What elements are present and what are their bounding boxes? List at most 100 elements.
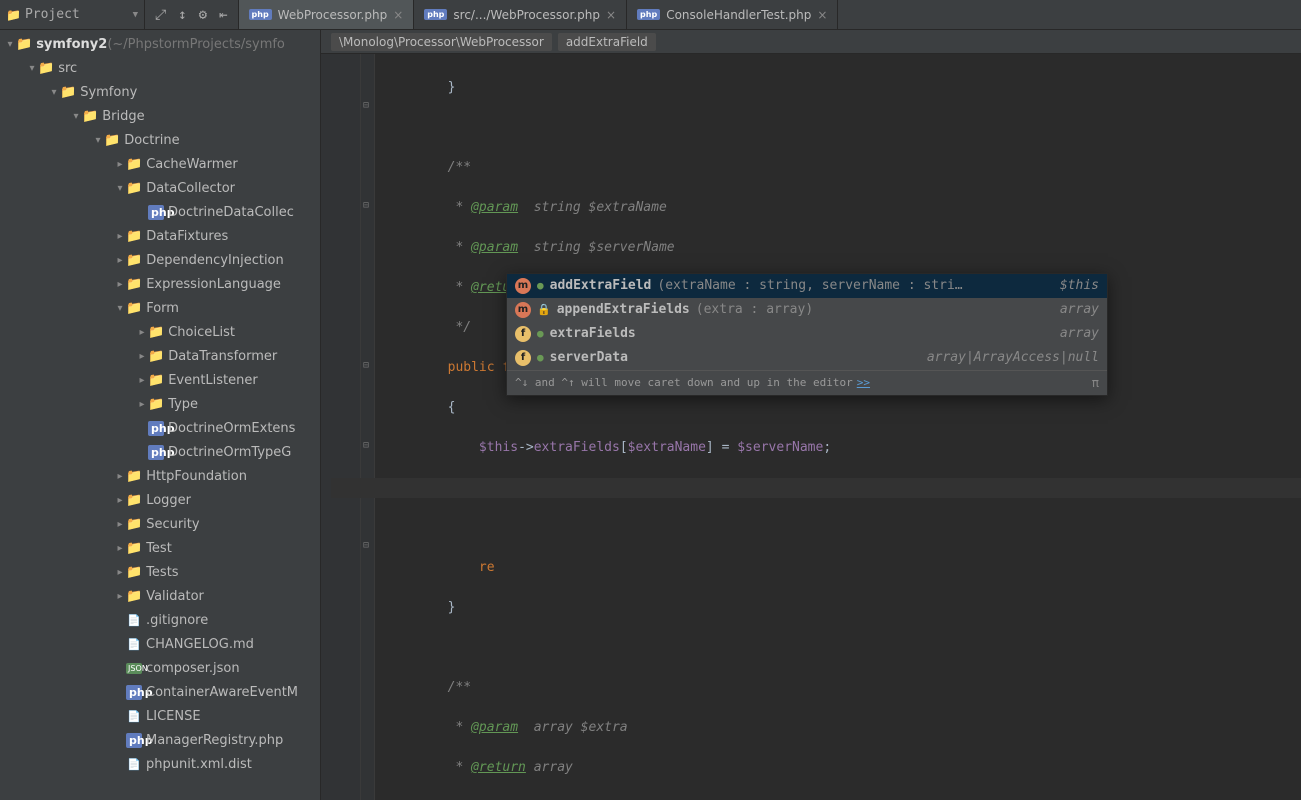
tree-item[interactable]: 📄 phpunit.xml.dist xyxy=(0,752,320,776)
tree-item[interactable]: php DoctrineOrmExtens xyxy=(0,416,320,440)
breadcrumb-method[interactable]: addExtraField xyxy=(558,33,656,51)
close-icon[interactable]: × xyxy=(606,8,616,22)
chevron-icon[interactable]: ▸ xyxy=(114,543,126,554)
settings-icon[interactable]: ⚙ xyxy=(199,7,207,23)
code-content[interactable]: } /** * @param string $extraName * @para… xyxy=(375,54,1301,800)
completion-item[interactable]: f ● serverData array|ArrayAccess|null xyxy=(507,346,1107,370)
member-type: array xyxy=(1060,300,1099,320)
chevron-icon[interactable]: ▾ xyxy=(70,111,82,122)
fold-minus-icon[interactable]: ⊟ xyxy=(363,100,369,111)
tree-item[interactable]: ▸ 📁 Type xyxy=(0,392,320,416)
fold-gutter[interactable]: ⊟ ⊟ ⊟ ⊟ ⊟ xyxy=(361,54,375,800)
fold-minus-icon[interactable]: ⊟ xyxy=(363,440,369,451)
php-icon: php xyxy=(424,9,447,20)
tree-item[interactable]: 📄 .gitignore xyxy=(0,608,320,632)
completion-popup[interactable]: m ● addExtraField(extraName : string, se… xyxy=(506,273,1108,396)
tree-label: Form xyxy=(146,301,179,316)
chevron-icon[interactable]: ▸ xyxy=(114,591,126,602)
chevron-icon[interactable]: ▸ xyxy=(114,255,126,266)
tree-item[interactable]: ▸ 📁 ChoiceList xyxy=(0,320,320,344)
editor-tab[interactable]: php ConsoleHandlerTest.php × xyxy=(627,0,838,29)
tree-item[interactable]: php DoctrineDataCollec xyxy=(0,200,320,224)
tree-item[interactable]: ▸ 📁 EventListener xyxy=(0,368,320,392)
editor-tab[interactable]: php WebProcessor.php × xyxy=(239,0,415,29)
editor-tab[interactable]: php src/.../WebProcessor.php × xyxy=(414,0,627,29)
tree-item[interactable]: ▸ 📁 HttpFoundation xyxy=(0,464,320,488)
breadcrumb-namespace[interactable]: \Monolog\Processor\WebProcessor xyxy=(331,33,552,51)
fold-minus-icon[interactable]: ⊟ xyxy=(363,200,369,211)
tree-item[interactable]: ▾ 📁 Form xyxy=(0,296,320,320)
chevron-icon[interactable]: ▸ xyxy=(136,327,148,338)
tree-item[interactable]: ▸ 📁 DataTransformer xyxy=(0,344,320,368)
tree-label: DataCollector xyxy=(146,181,235,196)
tree-item[interactable]: ▸ 📁 Security xyxy=(0,512,320,536)
member-name: extraFields xyxy=(550,324,636,344)
member-kind-icon: m xyxy=(515,302,531,318)
tree-item[interactable]: ▸ 📁 DataFixtures xyxy=(0,224,320,248)
tree-label: DoctrineDataCollec xyxy=(168,205,294,220)
tree-item[interactable]: 📄 LICENSE xyxy=(0,704,320,728)
chevron-icon[interactable]: ▸ xyxy=(114,159,126,170)
chevron-icon[interactable]: ▸ xyxy=(136,351,148,362)
tree-label: symfony2 xyxy=(36,37,107,52)
chevron-icon[interactable]: ▾ xyxy=(26,63,38,74)
tree-item[interactable]: ▸ 📁 Tests xyxy=(0,560,320,584)
completion-item[interactable]: m ● addExtraField(extraName : string, se… xyxy=(507,274,1107,298)
tree-label: composer.json xyxy=(146,661,240,676)
chevron-icon[interactable]: ▾ xyxy=(114,183,126,194)
fold-minus-icon[interactable]: ⊟ xyxy=(363,540,369,551)
chevron-icon[interactable]: ▾ xyxy=(48,87,60,98)
tree-item[interactable]: ▸ 📁 DependencyInjection xyxy=(0,248,320,272)
tree-item[interactable]: JSON composer.json xyxy=(0,656,320,680)
folder-icon: 📁 xyxy=(126,541,142,556)
popup-link[interactable]: >> xyxy=(857,373,870,393)
chevron-icon[interactable]: ▸ xyxy=(114,519,126,530)
close-icon[interactable]: × xyxy=(817,8,827,22)
editor-body[interactable]: ⊟ ⊟ ⊟ ⊟ ⊟ } /** * @param string $extraNa… xyxy=(321,54,1301,800)
completion-item[interactable]: f ● extraFields array xyxy=(507,322,1107,346)
tree-item[interactable]: ▾ 📁 DataCollector xyxy=(0,176,320,200)
tree-item[interactable]: ▸ 📁 ExpressionLanguage xyxy=(0,272,320,296)
chevron-icon[interactable]: ▾ xyxy=(92,135,104,146)
chevron-icon[interactable]: ▸ xyxy=(136,375,148,386)
tree-item[interactable]: php ManagerRegistry.php xyxy=(0,728,320,752)
tree-item[interactable]: ▸ 📁 Test xyxy=(0,536,320,560)
tree-label: phpunit.xml.dist xyxy=(146,757,252,772)
tree-item[interactable]: ▸ 📁 CacheWarmer xyxy=(0,152,320,176)
unlock-icon: ● xyxy=(537,348,544,368)
folder-icon: 📁 xyxy=(148,373,164,388)
chevron-down-icon[interactable]: ▾ xyxy=(4,39,16,50)
tree-item[interactable]: ▸ 📁 Validator xyxy=(0,584,320,608)
tree-item[interactable]: ▾ 📁 src xyxy=(0,56,320,80)
tab-label: WebProcessor.php xyxy=(278,8,388,22)
tree-item[interactable]: 📄 CHANGELOG.md xyxy=(0,632,320,656)
chevron-icon[interactable]: ▸ xyxy=(114,231,126,242)
chevron-icon[interactable]: ▾ xyxy=(114,303,126,314)
project-selector[interactable]: 📁 Project ▼ xyxy=(0,0,145,29)
tree-item[interactable]: ▾ 📁 Symfony xyxy=(0,80,320,104)
scroll-icon[interactable]: ↕ xyxy=(178,7,186,23)
tree-label: Doctrine xyxy=(124,133,179,148)
tree-item[interactable]: ▾ 📁 Bridge xyxy=(0,104,320,128)
folder-icon: 📁 xyxy=(82,109,98,124)
tree-root[interactable]: ▾ 📁 symfony2 (~/PhpstormProjects/symfo xyxy=(0,32,320,56)
collapse-all-icon[interactable]: ⤢ xyxy=(155,7,166,23)
chevron-icon[interactable]: ▸ xyxy=(114,567,126,578)
folder-icon: 📁 xyxy=(126,301,142,316)
tree-item[interactable]: ▾ 📁 Doctrine xyxy=(0,128,320,152)
folder-icon: 📁 xyxy=(126,469,142,484)
tree-item[interactable]: php DoctrineOrmTypeG xyxy=(0,440,320,464)
member-type: array|ArrayAccess|null xyxy=(927,348,1099,368)
close-icon[interactable]: × xyxy=(393,8,403,22)
chevron-icon[interactable]: ▸ xyxy=(136,399,148,410)
fold-minus-icon[interactable]: ⊟ xyxy=(363,360,369,371)
chevron-icon[interactable]: ▸ xyxy=(114,495,126,506)
pi-icon[interactable]: π xyxy=(1092,373,1099,393)
chevron-icon[interactable]: ▸ xyxy=(114,279,126,290)
chevron-icon[interactable]: ▸ xyxy=(114,471,126,482)
hide-icon[interactable]: ⇤ xyxy=(219,7,227,23)
project-sidebar[interactable]: ▾ 📁 symfony2 (~/PhpstormProjects/symfo▾ … xyxy=(0,30,321,800)
tree-item[interactable]: php ContainerAwareEventM xyxy=(0,680,320,704)
completion-item[interactable]: m 🔒 appendExtraFields(extra : array) arr… xyxy=(507,298,1107,322)
tree-item[interactable]: ▸ 📁 Logger xyxy=(0,488,320,512)
